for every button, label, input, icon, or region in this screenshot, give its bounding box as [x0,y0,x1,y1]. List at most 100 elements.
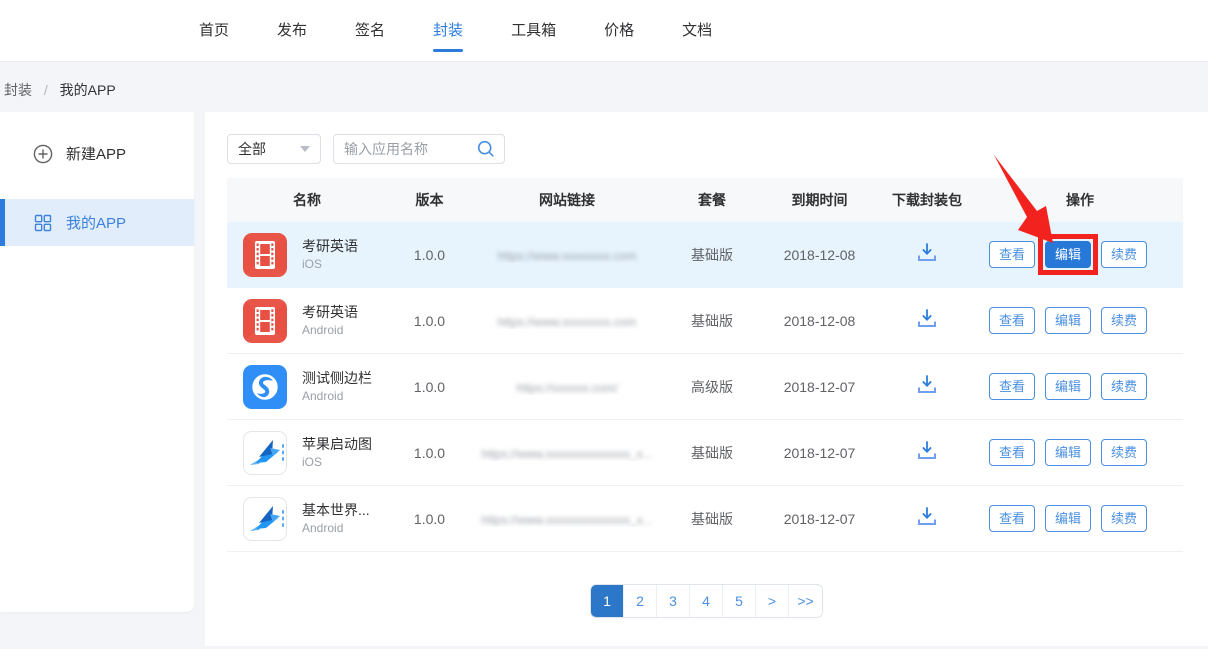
breadcrumb-section[interactable]: 封装 [4,82,32,98]
plan-badge: 基础版 [662,245,762,265]
edit-button-annotation-box: 编辑 [1038,366,1098,407]
last-page-button[interactable]: >> [789,585,822,617]
app-version: 1.0.0 [387,247,472,263]
view-button[interactable]: 查看 [989,373,1035,400]
view-button[interactable]: 查看 [989,241,1035,268]
app-name: 考研英语 [302,237,358,256]
row-actions: 查看 编辑 续费 [977,307,1183,334]
download-icon[interactable] [915,308,939,330]
plan-badge: 高级版 [662,377,762,397]
app-name-cell: 基本世界... Android [227,497,387,541]
renew-button[interactable]: 续费 [1101,307,1147,334]
table-body: 考研英语 iOS 1.0.0 https://www.xxxxxxxx.com … [227,222,1183,552]
edit-button-annotation-box: 编辑 [1038,300,1098,341]
main-panel: 全部 名称 版本 网站链接 套餐 到期时间 下载封装包 操作 [205,112,1208,646]
nav-item-publish[interactable]: 发布 [277,0,307,62]
plus-circle-icon [33,144,53,164]
expiry-date: 2018-12-07 [762,511,877,527]
download-icon[interactable] [915,374,939,396]
swirl-app-icon [243,365,287,409]
nav-item-sign[interactable]: 签名 [355,0,385,62]
page-button-3[interactable]: 3 [657,585,690,617]
app-icon [243,233,287,277]
renew-button[interactable]: 续费 [1101,241,1147,268]
breadcrumb: 封装 / 我的APP [4,80,116,100]
app-platform: Android [302,520,370,536]
renew-button[interactable]: 续费 [1101,373,1147,400]
app-icon [243,431,287,475]
app-name: 苹果启动图 [302,435,372,454]
page-button-4[interactable]: 4 [690,585,723,617]
category-select[interactable]: 全部 [227,134,321,164]
app-name-cell: 考研英语 Android [227,299,387,343]
col-header-version: 版本 [387,190,472,210]
col-header-url: 网站链接 [472,190,662,210]
download-icon[interactable] [915,440,939,462]
next-page-button[interactable]: > [756,585,789,617]
grid-icon [33,213,53,233]
edit-button-annotation-box: 编辑 [1038,498,1098,539]
website-link-blurred: https://www.xxxxxxxxxxxxxx_x... [481,447,652,461]
app-name-cell: 苹果启动图 iOS [227,431,387,475]
nav-item-toolbox[interactable]: 工具箱 [511,0,556,62]
col-header-plan: 套餐 [662,190,762,210]
app-platform: iOS [302,454,372,470]
pagination: 1 2 3 4 5 > >> [205,584,1208,618]
edit-button-annotation-box: 编辑 [1038,234,1098,275]
edit-button[interactable]: 编辑 [1045,505,1091,532]
col-header-expiry: 到期时间 [762,190,877,210]
sidebar-item-label: 新建APP [66,143,126,164]
download-icon[interactable] [915,242,939,264]
page-button-1[interactable]: 1 [591,585,624,617]
sidebar-item-my-app[interactable]: 我的APP [0,199,194,246]
edit-button[interactable]: 编辑 [1045,307,1091,334]
search-icon[interactable] [476,139,496,159]
page-button-5[interactable]: 5 [723,585,756,617]
app-icon [243,299,287,343]
sidebar: 新建APP 我的APP [0,112,194,612]
expiry-date: 2018-12-08 [762,313,877,329]
nav-item-home[interactable]: 首页 [199,0,229,62]
bird-app-icon [243,497,287,541]
app-version: 1.0.0 [387,511,472,527]
website-link-blurred: https://www.xxxxxxxx.com [498,249,637,263]
col-header-actions: 操作 [977,190,1183,210]
expiry-date: 2018-12-07 [762,445,877,461]
page-button-2[interactable]: 2 [624,585,657,617]
nav-item-package[interactable]: 封装 [433,0,463,62]
chevron-down-icon [300,146,310,152]
table-row: 基本世界... Android 1.0.0 https://www.xxxxxx… [227,486,1183,552]
search-input[interactable] [344,141,476,157]
website-link-blurred: https://xxxxxx.com/ [516,381,617,395]
download-icon[interactable] [915,506,939,528]
nav-item-docs[interactable]: 文档 [682,0,712,62]
edit-button[interactable]: 编辑 [1045,439,1091,466]
row-actions: 查看 编辑 续费 [977,439,1183,466]
view-button[interactable]: 查看 [989,505,1035,532]
breadcrumb-current: 我的APP [60,82,116,98]
expiry-date: 2018-12-08 [762,247,877,263]
col-header-name: 名称 [227,190,387,210]
nav-items: 首页 发布 签名 封装 工具箱 价格 文档 [199,0,712,62]
row-actions: 查看 编辑 续费 [977,373,1183,400]
table-row: 测试侧边栏 Android 1.0.0 https://xxxxxx.com/ … [227,354,1183,420]
app-platform: iOS [302,256,358,272]
row-actions: 查看 编辑 续费 [977,505,1183,532]
renew-button[interactable]: 续费 [1101,505,1147,532]
plan-badge: 基础版 [662,509,762,529]
edit-button[interactable]: 编辑 [1045,373,1091,400]
app-version: 1.0.0 [387,313,472,329]
apps-table: 名称 版本 网站链接 套餐 到期时间 下载封装包 操作 [227,178,1183,552]
breadcrumb-separator: / [44,82,48,98]
nav-item-price[interactable]: 价格 [604,0,634,62]
view-button[interactable]: 查看 [989,307,1035,334]
sidebar-item-new-app[interactable]: 新建APP [0,130,194,177]
row-actions: 查看 编辑 续费 [977,241,1183,268]
view-button[interactable]: 查看 [989,439,1035,466]
app-icon [243,365,287,409]
edit-button[interactable]: 编辑 [1045,241,1091,268]
app-name-cell: 测试侧边栏 Android [227,365,387,409]
renew-button[interactable]: 续费 [1101,439,1147,466]
app-platform: Android [302,322,358,338]
expiry-date: 2018-12-07 [762,379,877,395]
